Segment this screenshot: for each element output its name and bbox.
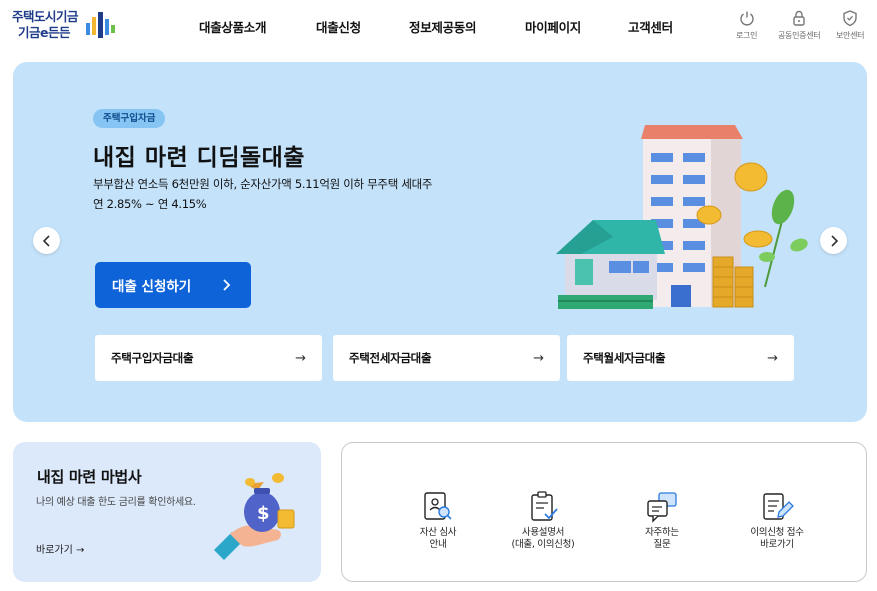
service-label: 자산 심사 안내 [419, 527, 457, 550]
apply-loan-label: 대출 신청하기 [112, 279, 192, 295]
hand-money-bag-illustration: $ [214, 473, 295, 560]
quick-link-jeonse[interactable]: 주택전세자금대출 → [333, 335, 560, 381]
quick-link-label: 주택전세자금대출 [349, 351, 432, 365]
wizard-shortcut-link[interactable]: 바로가기 → [36, 541, 84, 556]
quick-link-label: 주택월세자금대출 [583, 351, 666, 365]
security-center-label: 보안센터 [836, 31, 865, 40]
quick-link-label: 주택구입자금대출 [111, 351, 194, 365]
lock-icon [793, 10, 805, 26]
chevron-right-icon [830, 234, 838, 247]
house-building-illustration [556, 125, 808, 309]
nav-loan-products[interactable]: 대출상품소개 [199, 17, 267, 36]
service-asset-review[interactable]: 자산 심사 안내 [388, 490, 488, 551]
certificate-center-button[interactable]: 공동인증센터 [778, 9, 821, 41]
wizard-description: 나의 예상 대출 한도 금리를 확인하세요. [36, 497, 196, 508]
service-label: 사용설명서 (대출, 이의신청) [511, 527, 575, 550]
arrow-right-icon: → [533, 350, 544, 366]
apply-loan-button[interactable]: 대출 신청하기 [95, 262, 251, 308]
power-icon [739, 11, 754, 26]
hero-description: 부부합산 연소득 6천만원 이하, 순자산가액 5.11억원 이하 무주택 세대… [93, 174, 432, 214]
service-label: 이의신청 접수 바로가기 [750, 527, 804, 550]
nav-loan-apply[interactable]: 대출신청 [316, 17, 361, 36]
faq-icon [647, 492, 677, 523]
wizard-title: 내집 마련 마법사 [37, 468, 142, 486]
quick-link-monthly-rent[interactable]: 주택월세자금대출 → [567, 335, 794, 381]
manual-icon [531, 491, 558, 521]
shield-icon [843, 10, 857, 27]
carousel-next-button[interactable] [820, 227, 847, 254]
quick-link-home-purchase[interactable]: 주택구입자금대출 → [95, 335, 322, 381]
nav-customer-center[interactable]: 고객센터 [628, 17, 673, 36]
login-label: 로그인 [736, 31, 758, 40]
service-label: 자주하는 질문 [645, 527, 679, 550]
asset-review-icon [424, 492, 452, 520]
service-shortcuts: 자산 심사 안내 사용설명서 (대출, 이의신청) 자주하는 질문 이의신청 접… [341, 442, 867, 582]
home-wizard-card: 내집 마련 마법사 나의 예상 대출 한도 금리를 확인하세요. 바로가기 → … [13, 442, 321, 582]
arrow-right-icon: → [295, 350, 306, 366]
chevron-left-icon [42, 234, 50, 247]
security-center-button[interactable]: 보안센터 [836, 9, 865, 41]
service-faq[interactable]: 자주하는 질문 [612, 490, 712, 551]
hero-rate: 연 2.85% ~ 연 4.15% [93, 197, 207, 211]
objection-icon [763, 493, 794, 520]
product-tag: 주택구입자금 [93, 109, 166, 128]
carousel-prev-button[interactable] [33, 227, 60, 254]
svg-text:$: $ [257, 503, 270, 524]
certificate-center-label: 공동인증센터 [778, 31, 821, 40]
nav-info-consent[interactable]: 정보제공동의 [409, 17, 477, 36]
service-user-manual[interactable]: 사용설명서 (대출, 이의신청) [493, 490, 593, 551]
hero-title: 내집 마련 디딤돌대출 [93, 145, 305, 171]
service-objection[interactable]: 이의신청 접수 바로가기 [727, 490, 827, 551]
nav-mypage[interactable]: 마이페이지 [525, 17, 581, 36]
header: 주택도시기금 기금e든든 대출상품소개 대출신청 정보제공동의 마이페이지 고객… [0, 0, 877, 54]
hero-banner: 주택구입자금 내집 마련 디딤돌대출 부부합산 연소득 6천만원 이하, 순자산… [13, 62, 867, 422]
hero-eligibility: 부부합산 연소득 6천만원 이하, 순자산가액 5.11억원 이하 무주택 세대… [93, 177, 433, 191]
arrow-right-icon: → [767, 350, 778, 366]
chevron-right-icon [223, 279, 231, 291]
login-button[interactable]: 로그인 [736, 9, 757, 41]
